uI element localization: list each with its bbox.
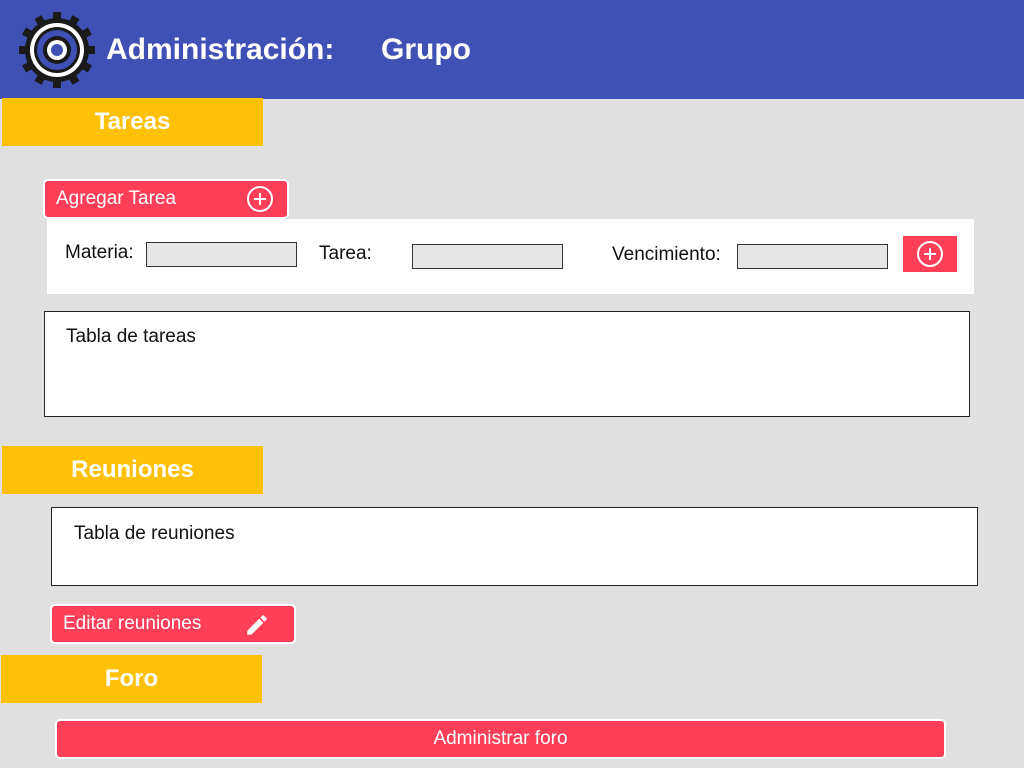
tarea-input[interactable]	[412, 244, 563, 269]
section-tab-tareas: Tareas	[2, 98, 263, 146]
pencil-icon	[247, 615, 267, 635]
submit-task-button[interactable]	[903, 236, 957, 272]
plus-circle-icon	[247, 186, 273, 212]
tarea-label: Tarea:	[319, 243, 372, 264]
app-header: Administración: Grupo	[0, 0, 1024, 99]
plus-circle-icon	[917, 241, 943, 267]
meetings-table: Tabla de reuniones	[51, 507, 978, 586]
materia-label: Materia:	[65, 242, 134, 263]
task-form-panel: Materia: Tarea: Vencimiento:	[47, 219, 974, 294]
add-task-button-label: Agregar Tarea	[56, 188, 177, 209]
page-title: Administración:	[106, 33, 335, 66]
tasks-table: Tabla de tareas	[44, 311, 970, 417]
meetings-table-title: Tabla de reuniones	[74, 523, 235, 544]
tasks-table-title: Tabla de tareas	[66, 326, 196, 347]
edit-meetings-button[interactable]: Editar reuniones	[50, 604, 296, 644]
section-tab-reuniones: Reuniones	[2, 446, 263, 494]
vencimiento-input[interactable]	[737, 244, 888, 269]
vencimiento-label: Vencimiento:	[612, 244, 721, 265]
materia-input[interactable]	[146, 242, 297, 267]
admin-forum-button-label: Administrar foro	[433, 728, 568, 749]
edit-meetings-button-label: Editar reuniones	[63, 613, 202, 634]
group-name: Grupo	[381, 33, 471, 66]
section-tab-foro: Foro	[1, 655, 262, 703]
gear-icon	[19, 12, 95, 88]
add-task-button[interactable]: Agregar Tarea	[43, 179, 289, 219]
admin-forum-button[interactable]: Administrar foro	[55, 719, 946, 759]
